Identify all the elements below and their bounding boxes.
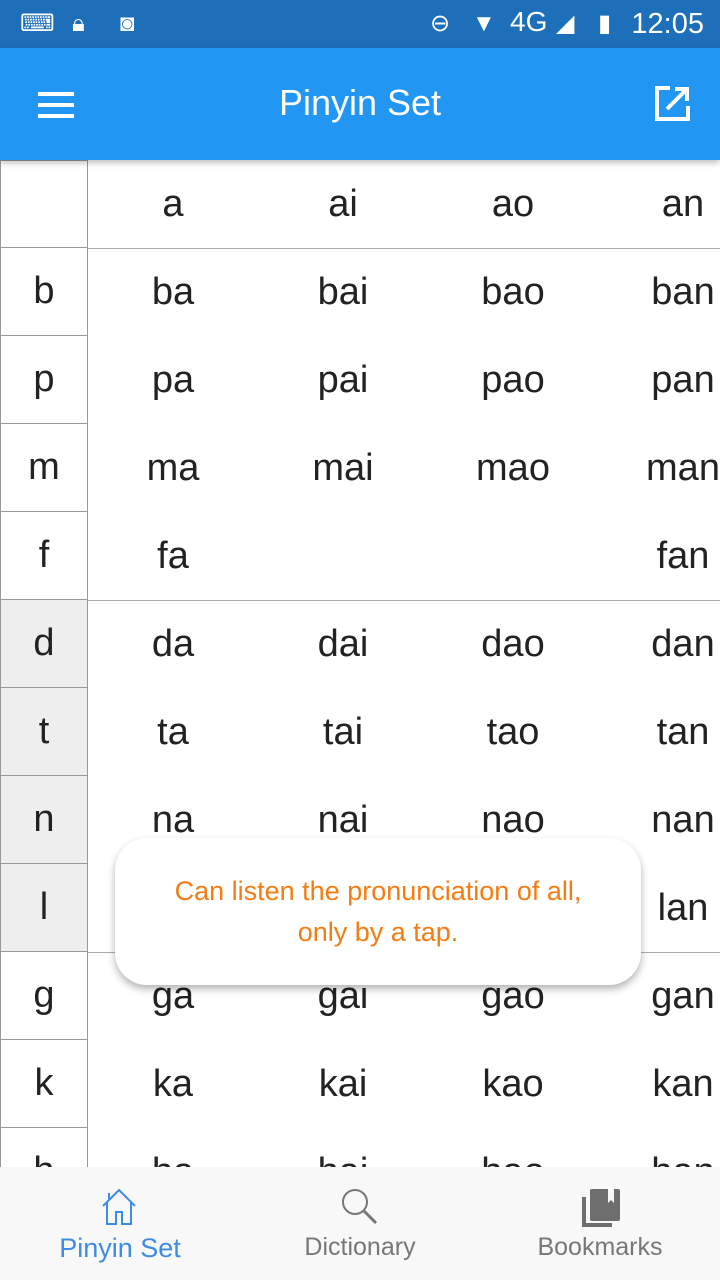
syllable-cell[interactable]: ka	[88, 1040, 258, 1128]
tab-label: Bookmarks	[537, 1233, 663, 1261]
syllable-cell[interactable]: hao	[428, 1128, 598, 1169]
syllable-cell[interactable]: tai	[258, 688, 428, 776]
syllable-cell[interactable]: tao	[428, 688, 598, 776]
syllable-cell[interactable]: pa	[88, 336, 258, 424]
status-bar: ⌨ 🔒︎ ◙ ⊖ ▼ 4G ◢ ▮ 12:05	[0, 0, 720, 48]
syllable-cell[interactable]: mai	[258, 424, 428, 512]
syllable-cell[interactable]: fa	[88, 512, 258, 600]
syllable-cell[interactable]: bao	[428, 248, 598, 336]
clock: 12:05	[631, 8, 704, 40]
syllable-cell[interactable]: kai	[258, 1040, 428, 1128]
initial-cell[interactable]: f	[0, 512, 88, 600]
final-header[interactable]: an	[598, 160, 720, 248]
battery-charging-icon: ▮	[598, 10, 612, 37]
syllable-cell[interactable]: tan	[598, 688, 720, 776]
syllable-cell[interactable]: pao	[428, 336, 598, 424]
initial-cell[interactable]: d	[0, 600, 88, 688]
initial-cell[interactable]: n	[0, 776, 88, 864]
syllable-cell[interactable]: ma	[88, 424, 258, 512]
syllable-cell[interactable]: ha	[88, 1128, 258, 1169]
initial-cell[interactable]: k	[0, 1040, 88, 1128]
initial-cell[interactable]: h	[0, 1128, 88, 1168]
initial-cell[interactable]: p	[0, 336, 88, 424]
syllable-cell[interactable]: kan	[598, 1040, 720, 1128]
initial-cell[interactable]: g	[0, 952, 88, 1040]
signal-icon: ◢	[556, 10, 575, 37]
final-header[interactable]: a	[88, 160, 258, 248]
pinyin-table: a ai ao an b ba bai bao ban p pa pai pao pan m ma mai mao…	[0, 160, 720, 1168]
syllable-cell[interactable]: dao	[428, 600, 598, 688]
initial-cell[interactable]: t	[0, 688, 88, 776]
syllable-cell[interactable]: kao	[428, 1040, 598, 1128]
syllable-cell[interactable]: hai	[258, 1128, 428, 1169]
syllable-cell[interactable]: man	[598, 424, 720, 512]
syllable-cell[interactable]: han	[598, 1128, 720, 1169]
do-not-disturb-icon: ⊖	[430, 10, 451, 37]
wifi-icon: ▼	[472, 10, 496, 37]
syllable-cell[interactable]	[258, 512, 428, 600]
tab-dictionary[interactable]: Dictionary	[240, 1167, 480, 1280]
lock-icon: 🔒︎	[72, 10, 85, 37]
syllable-cell[interactable]: bai	[258, 248, 428, 336]
initial-cell[interactable]: b	[0, 248, 88, 336]
syllable-cell[interactable]: ban	[598, 248, 720, 336]
app-bar: Pinyin Set	[0, 48, 720, 160]
group-divider	[88, 248, 720, 249]
syllable-cell[interactable]: dan	[598, 600, 720, 688]
bottom-nav: Pinyin Set Dictionary Bookmarks	[0, 1167, 720, 1280]
initial-cell[interactable]: l	[0, 864, 88, 952]
syllable-cell[interactable]	[428, 512, 598, 600]
corner-cell	[0, 160, 88, 248]
page-title: Pinyin Set	[278, 82, 442, 123]
syllable-cell[interactable]: fan	[598, 512, 720, 600]
syllable-cell[interactable]: dai	[258, 600, 428, 688]
syllable-cell[interactable]: pai	[258, 336, 428, 424]
network-type: 4G	[510, 6, 548, 37]
syllable-cell[interactable]: ba	[88, 248, 258, 336]
toast-line-2: only by a tap.	[297, 916, 459, 947]
tab-label: Pinyin Set	[59, 1233, 181, 1263]
syllable-cell[interactable]: mao	[428, 424, 598, 512]
final-header[interactable]: ai	[258, 160, 428, 248]
search-icon	[342, 1189, 378, 1225]
tab-label: Dictionary	[304, 1233, 416, 1261]
syllable-cell[interactable]: pan	[598, 336, 720, 424]
toast-line-1: Can listen the pronunciation of all,	[174, 875, 582, 906]
open-external-icon[interactable]	[654, 86, 690, 122]
syllable-cell[interactable]: ta	[88, 688, 258, 776]
toast-message: Can listen the pronunciation of all, onl…	[115, 838, 641, 985]
keyboard-icon: ⌨	[20, 10, 55, 37]
bookmarks-icon	[582, 1189, 620, 1227]
tab-bookmarks[interactable]: Bookmarks	[480, 1167, 720, 1280]
android-icon: ◙	[120, 10, 135, 37]
initial-cell[interactable]: m	[0, 424, 88, 512]
group-divider	[88, 600, 720, 601]
tab-pinyin-set[interactable]: Pinyin Set	[0, 1167, 240, 1280]
final-header[interactable]: ao	[428, 160, 598, 248]
home-icon	[102, 1188, 136, 1225]
syllable-cell[interactable]: da	[88, 600, 258, 688]
